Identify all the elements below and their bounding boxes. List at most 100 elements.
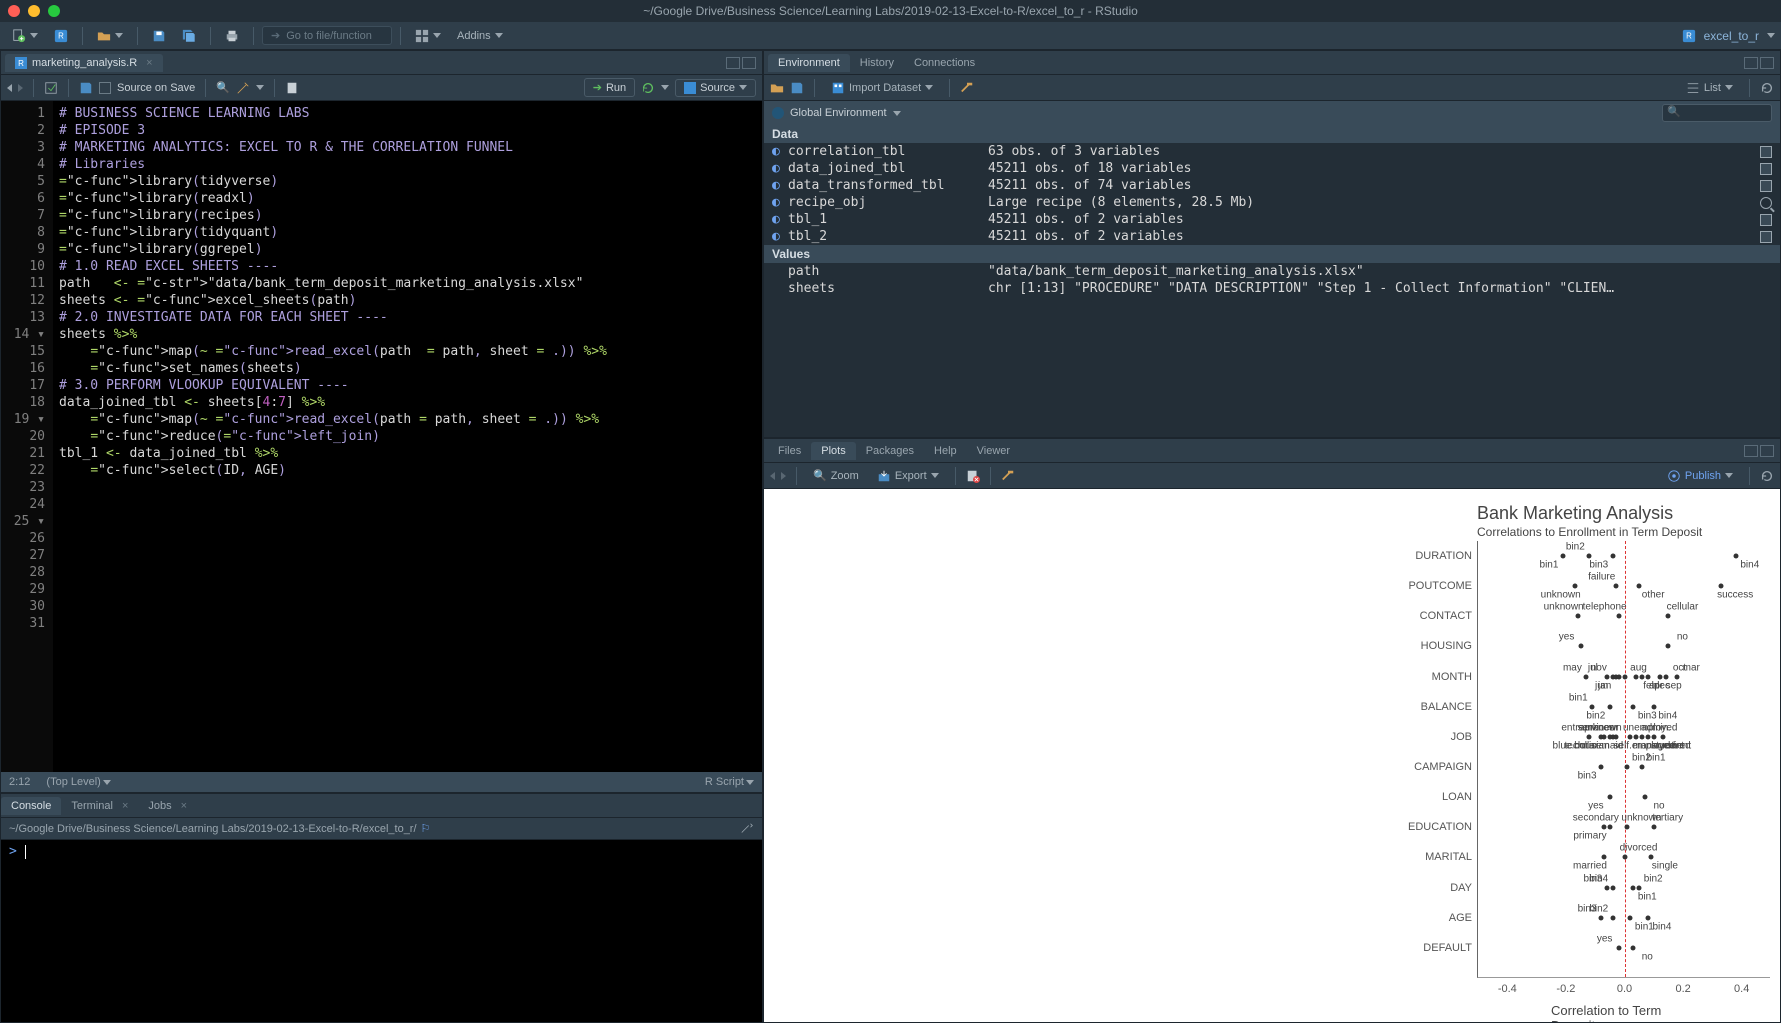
chart-point-label: bin3 <box>1583 873 1602 884</box>
tab-plots[interactable]: Plots <box>811 442 855 460</box>
minimize-pane-icon[interactable] <box>1744 445 1758 457</box>
search-env-input[interactable]: 🔍 <box>1662 104 1772 122</box>
tab-connections[interactable]: Connections <box>904 54 985 72</box>
env-row[interactable]: ◐data_joined_tbl45211 obs. of 18 variabl… <box>764 160 1780 177</box>
chart-point <box>1643 795 1648 800</box>
prev-plot-icon[interactable] <box>770 472 775 480</box>
show-in-new-window-icon[interactable] <box>44 81 58 95</box>
workspace-panes-button[interactable] <box>409 26 447 46</box>
save-all-button[interactable] <box>176 26 202 46</box>
expand-icon[interactable]: ◐ <box>772 229 788 244</box>
spreadsheet-icon[interactable] <box>1760 214 1772 226</box>
plot-area: Bank Marketing Analysis Correlations to … <box>764 489 1780 1022</box>
magnify-icon[interactable] <box>1760 197 1772 209</box>
source-tab[interactable]: Rmarketing_analysis.R× <box>5 54 163 72</box>
maximize-pane-icon[interactable] <box>742 57 756 69</box>
zoom-button[interactable]: 🔍Zoom <box>807 466 865 485</box>
back-icon[interactable] <box>7 84 12 92</box>
next-plot-icon[interactable] <box>781 472 786 480</box>
env-row[interactable]: ◐data_transformed_tbl45211 obs. of 74 va… <box>764 177 1780 194</box>
zoom-icon[interactable] <box>48 5 60 17</box>
tab-jobs[interactable]: Jobs <box>138 797 197 815</box>
new-project-button[interactable]: R <box>48 26 74 46</box>
print-button[interactable] <box>219 26 245 46</box>
tab-viewer[interactable]: Viewer <box>967 442 1020 460</box>
goto-file-input[interactable]: ➔Go to file/function <box>262 26 392 45</box>
chart-point <box>1625 765 1630 770</box>
run-button[interactable]: ➔Run <box>584 78 635 97</box>
spreadsheet-icon[interactable] <box>1760 163 1772 175</box>
env-row[interactable]: ◐tbl_145211 obs. of 2 variables <box>764 211 1780 228</box>
minimize-pane-icon[interactable] <box>1744 57 1758 69</box>
export-button[interactable]: Export <box>871 466 945 486</box>
chart-point-label: bin4 <box>1652 921 1671 932</box>
compile-report-icon[interactable] <box>285 81 299 95</box>
spreadsheet-icon[interactable] <box>1760 180 1772 192</box>
new-file-button[interactable] <box>6 26 44 46</box>
forward-icon[interactable] <box>18 84 23 92</box>
goto-wd-icon[interactable]: ⚐ <box>421 822 431 835</box>
project-name[interactable]: excel_to_r <box>1704 29 1759 43</box>
chart-point-label: aug <box>1630 662 1647 673</box>
chart-point-label: bin4 <box>1740 560 1759 571</box>
scope-selector[interactable]: Global Environment <box>790 107 887 119</box>
publish-button[interactable]: Publish <box>1661 466 1739 486</box>
wand-icon[interactable] <box>236 81 250 95</box>
open-file-button[interactable] <box>91 26 129 46</box>
env-row[interactable]: ◐recipe_objLarge recipe (8 elements, 28.… <box>764 194 1780 211</box>
file-type-indicator[interactable]: R Script <box>705 776 744 788</box>
remove-plot-icon[interactable] <box>966 469 980 483</box>
load-workspace-icon[interactable] <box>770 81 784 95</box>
tab-history[interactable]: History <box>850 54 904 72</box>
refresh-icon[interactable] <box>1760 81 1774 95</box>
console-body[interactable] <box>1 840 762 1022</box>
env-row[interactable]: ◐tbl_245211 obs. of 2 variables <box>764 228 1780 245</box>
source-button[interactable]: Source <box>675 79 756 97</box>
clear-workspace-icon[interactable] <box>960 81 974 95</box>
code-area[interactable]: # BUSINESS SCIENCE LEARNING LABS# EPISOD… <box>53 101 762 772</box>
clear-console-icon[interactable] <box>740 822 754 836</box>
save-file-icon[interactable] <box>79 81 93 95</box>
minimize-icon[interactable] <box>28 5 40 17</box>
refresh-plot-icon[interactable] <box>1760 469 1774 483</box>
tab-console[interactable]: Console <box>1 797 61 815</box>
project-menu-icon[interactable] <box>1767 33 1775 38</box>
plots-tabs: Files Plots Packages Help Viewer <box>764 439 1780 463</box>
expand-icon[interactable]: ◐ <box>772 178 788 193</box>
save-workspace-icon[interactable] <box>790 81 804 95</box>
clear-plots-icon[interactable] <box>1001 469 1015 483</box>
chart-point <box>1613 584 1618 589</box>
close-icon[interactable] <box>8 5 20 17</box>
code-editor[interactable]: 1234567891011121314 ▾1516171819 ▾2021222… <box>1 101 762 772</box>
console-prompt[interactable] <box>9 844 754 859</box>
tab-help[interactable]: Help <box>924 442 967 460</box>
scope-indicator[interactable]: (Top Level) <box>46 776 100 788</box>
expand-icon[interactable]: ◐ <box>772 144 788 159</box>
expand-icon[interactable]: ◐ <box>772 195 788 210</box>
expand-icon[interactable]: ◐ <box>772 212 788 227</box>
tab-files[interactable]: Files <box>768 442 811 460</box>
expand-icon[interactable]: ◐ <box>772 161 788 176</box>
rerun-icon[interactable] <box>641 81 655 95</box>
svg-text:R: R <box>18 59 24 68</box>
minimize-pane-icon[interactable] <box>726 57 740 69</box>
import-dataset-button[interactable]: Import Dataset <box>825 78 939 98</box>
tab-packages[interactable]: Packages <box>856 442 924 460</box>
env-row[interactable]: path"data/bank_term_deposit_marketing_an… <box>764 263 1780 280</box>
spreadsheet-icon[interactable] <box>1760 146 1772 158</box>
save-button[interactable] <box>146 26 172 46</box>
addins-button[interactable]: Addins <box>451 27 509 45</box>
spreadsheet-icon[interactable] <box>1760 231 1772 243</box>
chart-point-label: cellular <box>1667 602 1699 613</box>
view-mode-button[interactable]: List <box>1680 78 1739 98</box>
x-tick-label: 0.4 <box>1734 983 1749 995</box>
source-on-save-checkbox[interactable] <box>99 82 111 94</box>
tab-environment[interactable]: Environment <box>768 54 850 72</box>
x-axis-title: Correlation to Term Deposit <box>1551 1003 1697 1022</box>
env-row[interactable]: sheetschr [1:13] "PROCEDURE" "DATA DESCR… <box>764 280 1780 297</box>
find-icon[interactable]: 🔍 <box>216 81 230 94</box>
maximize-pane-icon[interactable] <box>1760 57 1774 69</box>
env-row[interactable]: ◐correlation_tbl63 obs. of 3 variables <box>764 143 1780 160</box>
tab-terminal[interactable]: Terminal <box>61 797 138 815</box>
maximize-pane-icon[interactable] <box>1760 445 1774 457</box>
